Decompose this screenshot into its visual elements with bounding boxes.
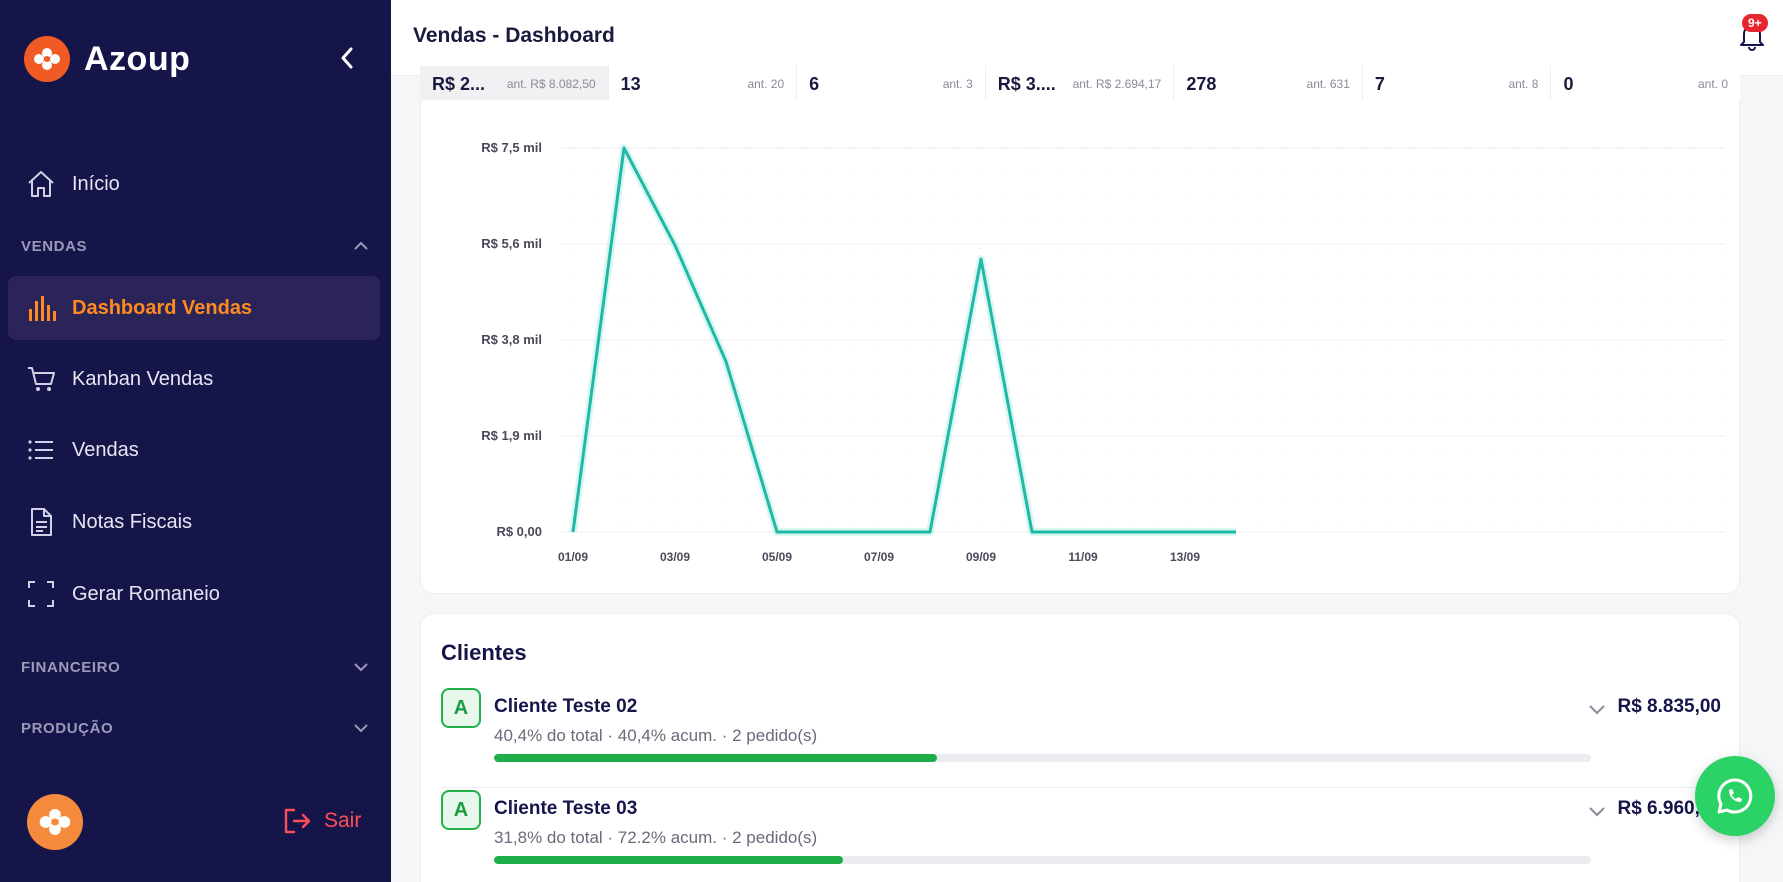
- client-value: R$ 8.835,00: [1617, 696, 1721, 717]
- sidebar-item-label: Início: [72, 172, 120, 195]
- section-vendas[interactable]: VENDAS: [21, 232, 369, 260]
- x-tick-label: 01/09: [558, 550, 588, 564]
- azoup-logo-icon: [39, 809, 71, 835]
- y-tick-label: R$ 0,00: [496, 524, 542, 539]
- chevron-down-icon: [354, 724, 368, 733]
- client-share-bar: [494, 856, 1591, 864]
- client-name: Cliente Teste 03: [494, 798, 638, 819]
- kpi-value: 13: [620, 73, 641, 94]
- section-producao[interactable]: PRODUÇÃO: [21, 714, 369, 742]
- expand-client-button[interactable]: [1583, 798, 1611, 826]
- kpi-previous: ant. 3: [942, 77, 973, 91]
- sidebar-item-gerar-romaneio[interactable]: Gerar Romaneio: [8, 562, 380, 626]
- y-tick-label: R$ 3,8 mil: [481, 332, 542, 347]
- kpi-value: R$ 3....: [997, 73, 1056, 94]
- kpi-card[interactable]: R$ 3.... ant. R$ 2.694,17: [986, 66, 1175, 102]
- client-share-fill: [494, 754, 938, 762]
- scan-frame-icon: [25, 578, 57, 610]
- kpi-previous: ant. 631: [1306, 77, 1350, 91]
- sidebar-item-label: Dashboard Vendas: [72, 296, 253, 319]
- logout-button[interactable]: Sair: [282, 806, 361, 836]
- client-share-bar: [494, 754, 1591, 762]
- sidebar-item-label: Kanban Vendas: [72, 367, 214, 390]
- section-label: VENDAS: [21, 237, 88, 255]
- home-icon: [25, 168, 57, 200]
- client-grade-badge: A: [441, 688, 481, 728]
- chevron-left-icon: [341, 47, 353, 69]
- logout-label: Sair: [324, 809, 362, 832]
- kpi-value: 278: [1186, 73, 1217, 94]
- kpi-card[interactable]: 7 ant. 8: [1363, 66, 1552, 102]
- kpi-card[interactable]: 6 ant. 3: [797, 66, 986, 102]
- client-row[interactable]: A Cliente Teste 03 31,8% do total · 72.2…: [441, 790, 1721, 882]
- bar-chart-icon: [25, 292, 57, 324]
- sidebar-item-vendas[interactable]: Vendas: [8, 418, 380, 482]
- y-tick-label: R$ 5,6 mil: [481, 236, 542, 251]
- client-grade-badge: A: [441, 790, 481, 830]
- chevron-down-icon: [1589, 705, 1605, 715]
- kpi-card[interactable]: 0 ant. 0: [1551, 66, 1740, 102]
- collapse-sidebar-button[interactable]: [333, 44, 361, 72]
- kpi-previous: ant. R$ 8.082,50: [506, 77, 596, 91]
- client-name: Cliente Teste 02: [494, 696, 638, 717]
- notification-badge: 9+: [1742, 14, 1768, 32]
- azoup-logo-icon: [24, 36, 70, 82]
- x-tick-label: 11/09: [1068, 550, 1098, 564]
- kpi-card[interactable]: R$ 2... ant. R$ 8.082,50: [420, 66, 609, 102]
- sales-chart-card: R$ 0,00 R$ 1,9 mil R$ 3,8 mil R$ 5,6 mil R$ …: [420, 100, 1740, 594]
- section-label: FINANCEIRO: [21, 658, 121, 676]
- client-meta: 31,8% do total · 72.2% acum. · 2 pedido(…: [494, 828, 818, 847]
- y-tick-label: R$ 1,9 mil: [481, 428, 542, 443]
- kpi-card[interactable]: 278 ant. 631: [1174, 66, 1363, 102]
- top-header: Vendas - Dashboard 9+: [391, 0, 1783, 76]
- kpi-value: R$ 2...: [432, 73, 486, 94]
- sidebar-item-label: Notas Fiscais: [72, 510, 193, 533]
- whatsapp-icon: [1717, 778, 1753, 814]
- sidebar-item-label: Vendas: [72, 438, 139, 461]
- kpi-previous: ant. 8: [1508, 77, 1539, 91]
- kpi-value: 0: [1563, 73, 1574, 94]
- clients-card: Clientes A Cliente Teste 02 40,4% do tot…: [420, 613, 1740, 882]
- kpi-previous: ant. 0: [1698, 77, 1729, 91]
- x-tick-label: 09/09: [966, 550, 996, 564]
- cart-icon: [25, 363, 57, 395]
- x-tick-label: 13/09: [1170, 550, 1200, 564]
- sidebar-item-dashboard-vendas[interactable]: Dashboard Vendas: [8, 276, 380, 340]
- section-label: PRODUÇÃO: [21, 719, 114, 737]
- avatar[interactable]: [27, 794, 83, 850]
- brand-name: Azoup: [84, 39, 191, 78]
- sales-line-chart: R$ 0,00 R$ 1,9 mil R$ 3,8 mil R$ 5,6 mil R$ …: [481, 140, 1726, 564]
- sidebar-item-notas-fiscais[interactable]: Notas Fiscais: [8, 490, 380, 554]
- clients-title: Clientes: [441, 640, 527, 665]
- x-tick-label: 05/09: [762, 550, 792, 564]
- document-icon: [25, 506, 57, 538]
- x-tick-label: 07/09: [864, 550, 894, 564]
- client-row[interactable]: A Cliente Teste 02 40,4% do total · 40,4…: [441, 688, 1721, 788]
- y-tick-label: R$ 7,5 mil: [481, 140, 542, 155]
- sidebar-item-kanban-vendas[interactable]: Kanban Vendas: [8, 347, 380, 411]
- client-share-fill: [494, 856, 843, 864]
- chevron-up-icon: [354, 241, 368, 250]
- expand-client-button[interactable]: [1583, 696, 1611, 724]
- kpi-strip: R$ 2... ant. R$ 8.082,50 13 ant. 20 6 ant. …: [420, 66, 1740, 102]
- page-title: Vendas - Dashboard: [413, 24, 615, 47]
- kpi-previous: ant. 20: [747, 77, 785, 91]
- sidebar: Azoup Início VENDAS Dashboard Vendas Kan…: [0, 0, 391, 882]
- client-meta: 40,4% do total · 40,4% acum. · 2 pedido(…: [494, 726, 818, 745]
- kpi-value: 6: [809, 73, 820, 94]
- list-icon: [25, 434, 57, 466]
- section-financeiro[interactable]: FINANCEIRO: [21, 653, 369, 681]
- sidebar-item-label: Gerar Romaneio: [72, 582, 220, 605]
- x-tick-label: 03/09: [660, 550, 690, 564]
- kpi-value: 7: [1374, 73, 1385, 94]
- whatsapp-button[interactable]: [1695, 756, 1775, 836]
- chevron-down-icon: [354, 663, 368, 672]
- logout-icon: [284, 808, 311, 834]
- kpi-card[interactable]: 13 ant. 20: [609, 66, 798, 102]
- sidebar-item-inicio[interactable]: Início: [8, 152, 380, 216]
- kpi-previous: ant. R$ 2.694,17: [1072, 77, 1162, 91]
- brand[interactable]: Azoup: [24, 36, 190, 82]
- chevron-down-icon: [1589, 807, 1605, 817]
